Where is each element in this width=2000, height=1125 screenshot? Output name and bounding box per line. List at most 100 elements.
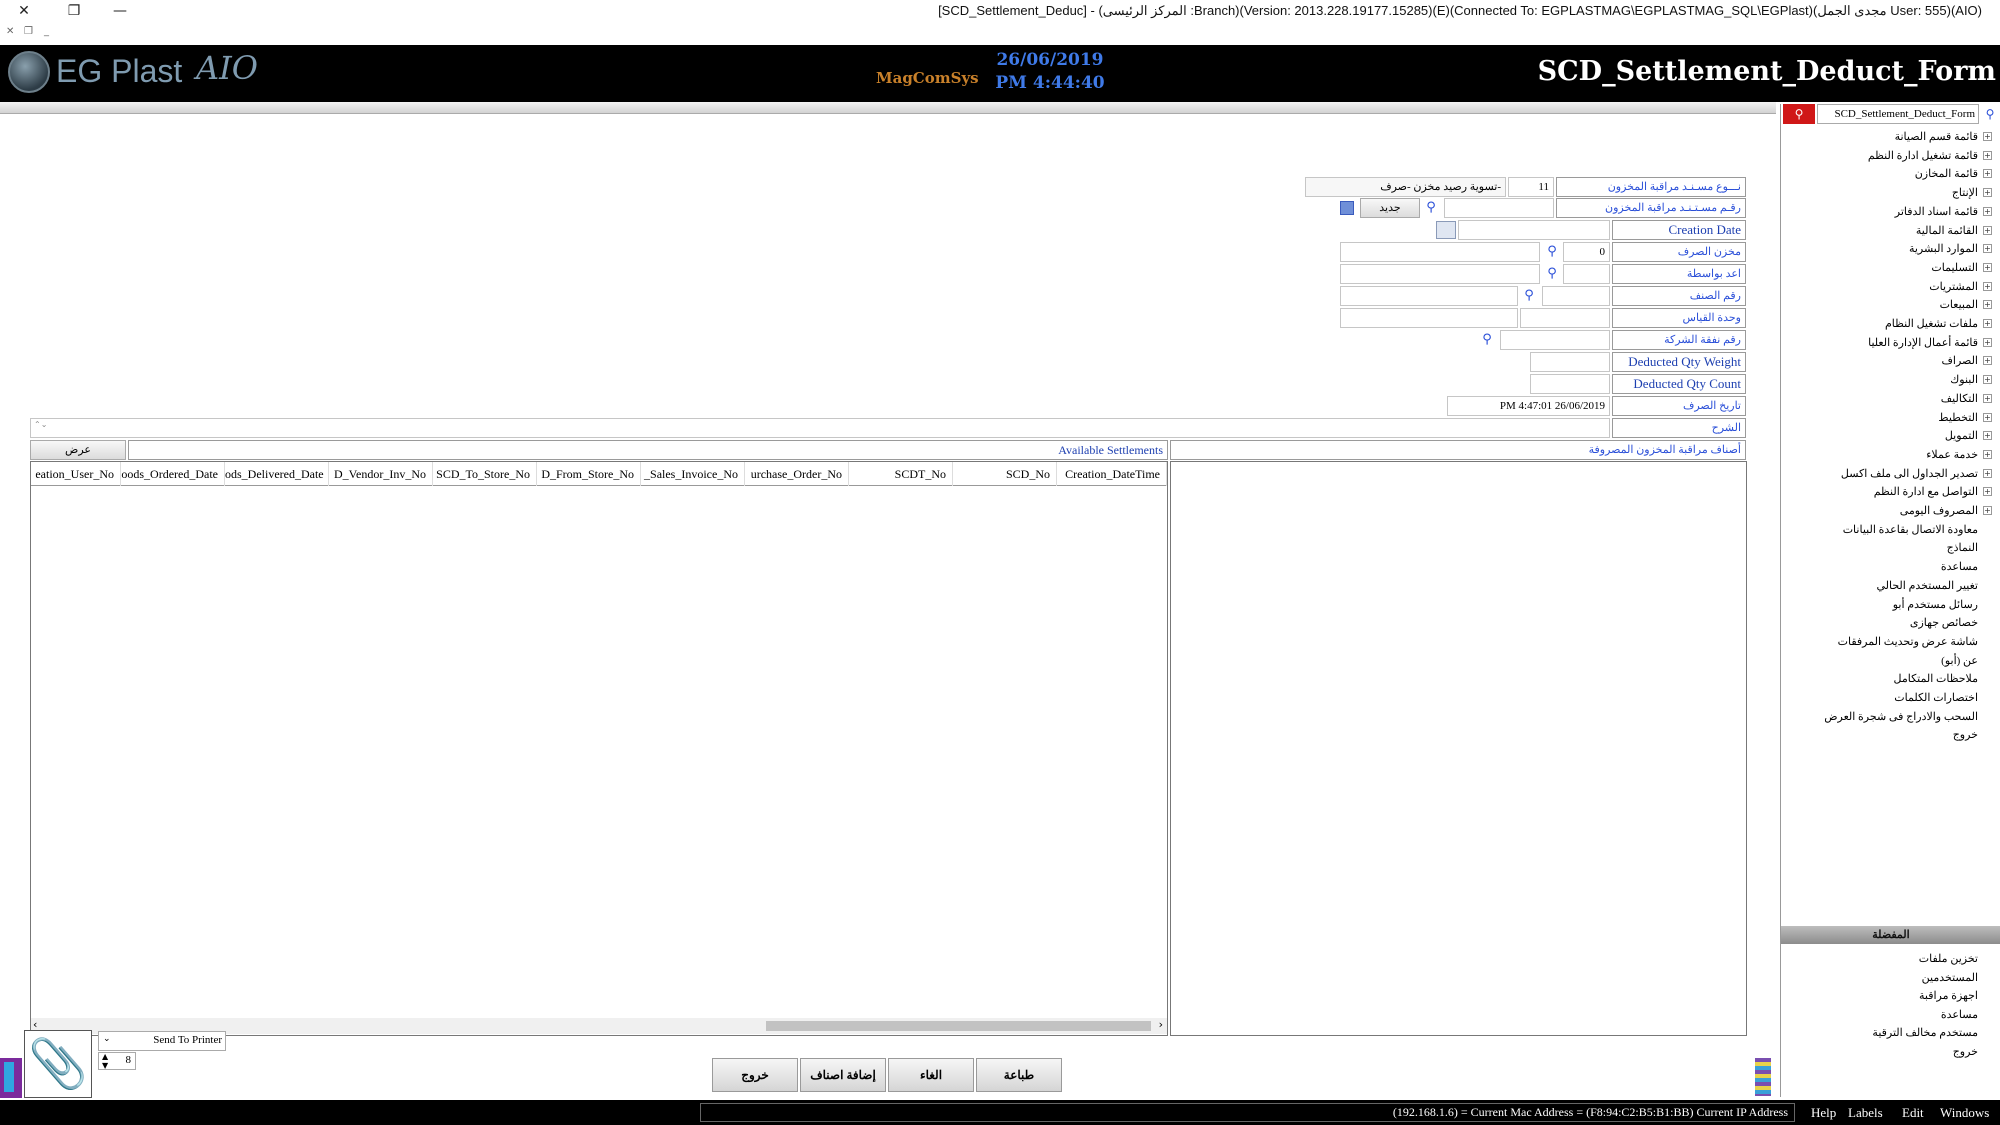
menu-tree-item[interactable]: رسائل مستخدم أبو xyxy=(1893,596,1992,614)
menu-tree-item[interactable]: الموارد البشرية + xyxy=(1909,240,1992,258)
item-no-field[interactable] xyxy=(1542,286,1610,306)
exit-button[interactable]: خروج xyxy=(712,1058,798,1092)
print-button[interactable]: طباعة xyxy=(976,1058,1062,1092)
expand-icon[interactable]: + xyxy=(1983,300,1992,310)
item-search-icon[interactable]: ⚲ xyxy=(1520,287,1538,305)
expand-icon[interactable]: + xyxy=(1983,412,1992,422)
menu-tree-item[interactable]: تغيير المستخدم الحالي xyxy=(1876,577,1992,595)
menu-tree-item[interactable]: معاودة الاتصال بقاعدة البيانات xyxy=(1843,521,1992,539)
favorite-item[interactable]: اجهزة مراقبة xyxy=(1919,987,1992,1005)
expand-icon[interactable]: + xyxy=(1983,132,1992,141)
creation-date-field[interactable] xyxy=(1458,220,1610,240)
grid-column-header[interactable]: Creation_DateTime xyxy=(1057,462,1167,486)
menu-tree-item[interactable]: البنوك + xyxy=(1950,371,1992,389)
menu-tree-item[interactable]: السحب والادراج فى شجرة العرض xyxy=(1824,708,1992,726)
prepared-by-search-icon[interactable]: ⚲ xyxy=(1543,265,1561,283)
grid-column-header[interactable]: _Sales_Invoice_No xyxy=(641,462,745,486)
menu-search-input[interactable]: SCD_Settlement_Deduct_Form xyxy=(1817,104,1979,124)
store-code-field[interactable]: 0 xyxy=(1563,242,1610,262)
expand-icon[interactable]: + xyxy=(1983,262,1992,272)
favorite-item[interactable]: مستخدم مخالف الترقية xyxy=(1872,1024,1992,1042)
grid-column-header[interactable]: oods_Ordered_Date xyxy=(121,462,225,486)
prepared-by-code-field[interactable] xyxy=(1563,264,1610,284)
grid-column-header[interactable]: SCDT_No xyxy=(849,462,953,486)
scroll-right-icon[interactable]: › xyxy=(1159,1018,1163,1031)
add-items-button[interactable]: إضافة اصناف xyxy=(800,1058,886,1092)
store-search-icon[interactable]: ⚲ xyxy=(1543,243,1561,261)
menu-tree-item[interactable]: التواصل مع ادارة النظم + xyxy=(1874,483,1992,501)
new-button[interactable]: جديد xyxy=(1360,198,1420,218)
expand-icon[interactable]: + xyxy=(1983,375,1992,385)
menu-tree-item[interactable]: ملفات تشغيل النظام + xyxy=(1885,315,1992,333)
menu-tree-item[interactable]: المبيعات + xyxy=(1940,296,1992,314)
menu-tree-item[interactable]: الصراف + xyxy=(1942,352,1992,370)
expand-icon[interactable]: + xyxy=(1983,393,1992,403)
doc-type-code-field[interactable]: 11 xyxy=(1508,177,1554,197)
menu-tree-item[interactable]: المصروف اليومى + xyxy=(1900,502,1992,520)
expand-icon[interactable]: + xyxy=(1983,337,1992,347)
expand-icon[interactable]: + xyxy=(1983,487,1992,497)
unit-code-field[interactable] xyxy=(1520,308,1610,328)
expand-icon[interactable]: + xyxy=(1983,225,1992,235)
menu-tree-item[interactable]: ملاحظات المتكامل xyxy=(1894,670,1992,688)
menu-tree-item[interactable]: اختصارات الكلمات xyxy=(1894,689,1992,707)
menu-tree-item[interactable]: التخطيط + xyxy=(1938,409,1992,427)
favorite-item[interactable]: خروج xyxy=(1953,1043,1992,1061)
favorite-item[interactable]: تخزين ملفات xyxy=(1919,950,1992,968)
favorite-item[interactable]: مساعدة xyxy=(1941,1006,1992,1024)
mdi-minimize-icon[interactable]: _ xyxy=(44,26,49,37)
restore-icon[interactable]: ❐ xyxy=(62,0,86,22)
company-no-field[interactable] xyxy=(1500,330,1610,350)
notes-spin-icon[interactable]: ⌃⌄ xyxy=(34,420,47,429)
menu-tree-item[interactable]: الإنتاج + xyxy=(1952,184,1992,202)
favorite-item[interactable]: المستخدمين xyxy=(1922,969,1992,987)
search-icon[interactable]: ⚲ xyxy=(1783,104,1815,124)
company-search-icon[interactable]: ⚲ xyxy=(1478,331,1496,349)
calendar-icon[interactable] xyxy=(1436,221,1456,239)
notes-field[interactable] xyxy=(30,418,1610,438)
copies-stepper[interactable]: ▲ ▼ 8 xyxy=(98,1052,136,1070)
expand-icon[interactable]: + xyxy=(1983,506,1992,515)
expand-icon[interactable]: + xyxy=(1983,431,1992,441)
menu-tree-item[interactable]: قائمة أعمال الإدارة العليا + xyxy=(1868,334,1992,352)
scroll-thumb[interactable] xyxy=(766,1021,1151,1031)
expand-icon[interactable]: + xyxy=(1983,281,1992,291)
menu-tree-item[interactable]: خصائص جهازى xyxy=(1910,614,1992,632)
menu-tree-item[interactable]: القائمة المالية + xyxy=(1916,222,1992,240)
deduct-date-field[interactable]: PM 4:47:01 26/06/2019 xyxy=(1447,396,1610,416)
stepper-arrows-icon[interactable]: ▲ ▼ xyxy=(102,1052,108,1070)
new-doc-icon[interactable] xyxy=(1340,201,1354,215)
grid-column-header[interactable]: D_From_Store_No xyxy=(537,462,641,486)
doc-no-field[interactable] xyxy=(1444,198,1554,218)
deducted-weight-field[interactable] xyxy=(1530,352,1610,372)
menu-labels[interactable]: Labels xyxy=(1848,1105,1883,1121)
settlements-grid[interactable]: eation_User_No oods_Ordered_Date ods_Deliv… xyxy=(30,461,1168,1036)
menu-tree-item[interactable]: قائمة قسم الصيانة + xyxy=(1895,128,1992,146)
expand-icon[interactable]: + xyxy=(1983,206,1992,216)
attachment-icon[interactable]: 📎 xyxy=(24,1030,92,1098)
expand-icon[interactable]: + xyxy=(1983,169,1992,179)
menu-help[interactable]: Help xyxy=(1811,1105,1836,1121)
deducted-count-field[interactable] xyxy=(1530,374,1610,394)
menu-tree-item[interactable]: قائمة المخازن + xyxy=(1915,165,1992,183)
grid-column-header[interactable]: SCD_No xyxy=(953,462,1057,486)
find-icon[interactable]: ⚲ xyxy=(1981,105,1999,123)
mdi-restore-icon[interactable]: ❐ xyxy=(24,26,33,37)
expand-icon[interactable]: + xyxy=(1983,188,1992,198)
menu-tree-item[interactable]: النماذج xyxy=(1947,539,1992,557)
minimize-icon[interactable]: — xyxy=(108,0,132,22)
menu-tree-item[interactable]: قائمة تشغيل ادارة النظم + xyxy=(1868,147,1992,165)
menu-windows[interactable]: Windows xyxy=(1940,1105,1989,1121)
items-grid[interactable] xyxy=(1170,461,1747,1036)
expand-icon[interactable]: + xyxy=(1983,449,1992,459)
expand-icon[interactable]: + xyxy=(1983,356,1992,366)
expand-icon[interactable]: + xyxy=(1983,244,1992,254)
cancel-button[interactable]: الغاء xyxy=(888,1058,974,1092)
menu-tree-item[interactable]: التسليمات + xyxy=(1931,259,1992,277)
close-icon[interactable]: ✕ xyxy=(12,0,36,22)
doc-no-search-icon[interactable]: ⚲ xyxy=(1422,199,1440,217)
printer-select[interactable]: ⌄ Send To Printer xyxy=(98,1031,226,1051)
menu-tree-item[interactable]: التمويل + xyxy=(1945,427,1992,445)
expand-icon[interactable]: + xyxy=(1983,319,1992,328)
expand-icon[interactable]: + xyxy=(1983,468,1992,478)
